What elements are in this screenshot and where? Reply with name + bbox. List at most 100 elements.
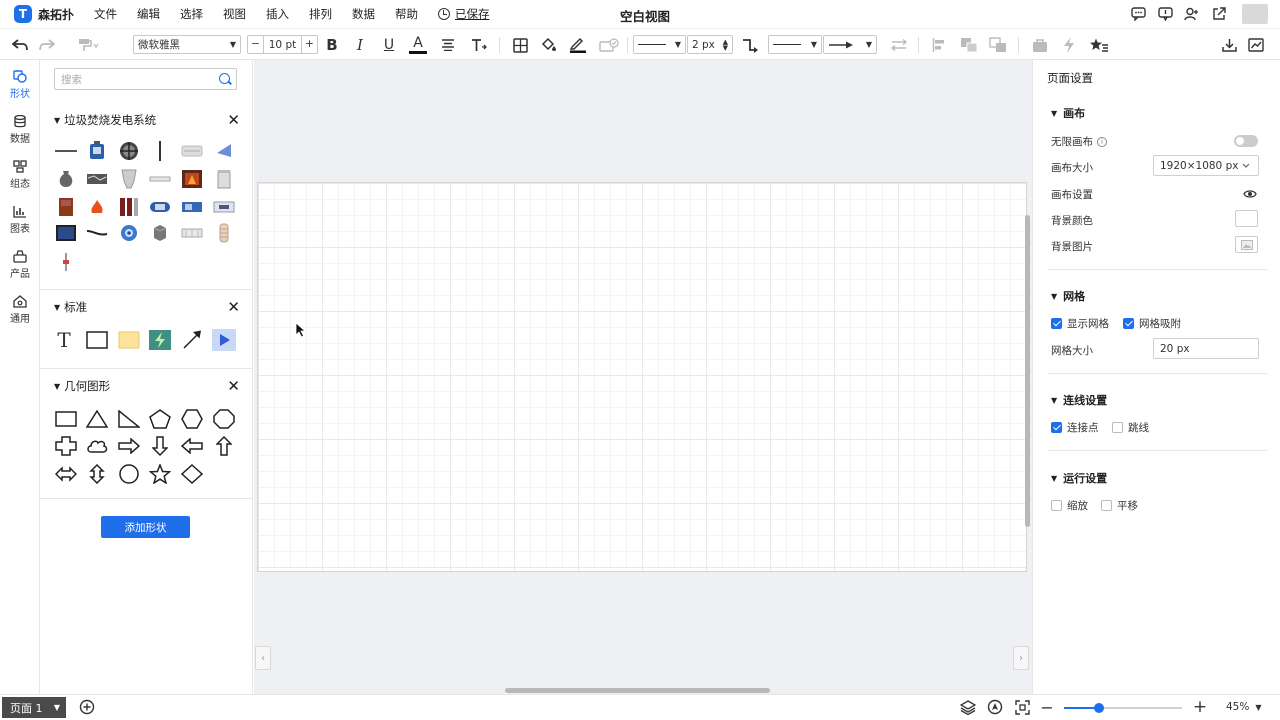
swap-icon[interactable] bbox=[889, 35, 909, 55]
motor-icon[interactable] bbox=[180, 196, 204, 218]
meter-icon[interactable] bbox=[212, 196, 236, 218]
font-size-increase-button[interactable]: + bbox=[301, 36, 317, 53]
format-painter-icon[interactable] bbox=[76, 35, 102, 55]
app-logo[interactable]: T bbox=[14, 5, 32, 23]
font-color-button[interactable]: A bbox=[409, 35, 427, 54]
scroll-right-button[interactable]: › bbox=[1013, 646, 1029, 670]
navigate-icon[interactable] bbox=[987, 699, 1003, 715]
document-title[interactable]: 空白视图 bbox=[620, 6, 670, 25]
fan-icon[interactable] bbox=[117, 222, 141, 244]
sensor-icon[interactable] bbox=[54, 251, 78, 273]
bold-button[interactable]: B bbox=[324, 35, 340, 55]
rail-item-shapes[interactable]: 形状 bbox=[0, 70, 40, 100]
zoom-slider-handle[interactable] bbox=[1094, 703, 1105, 713]
cross-shape[interactable] bbox=[54, 435, 78, 457]
infinite-canvas-toggle[interactable] bbox=[1234, 135, 1258, 147]
zoom-slider[interactable] bbox=[1064, 703, 1182, 713]
canvas-size-select[interactable]: 1920×1080 px bbox=[1153, 155, 1259, 176]
line-end-select[interactable]: ▼ bbox=[823, 35, 877, 54]
italic-button[interactable]: I bbox=[352, 35, 368, 55]
circle-shape[interactable] bbox=[117, 463, 141, 485]
rectangle-shape[interactable] bbox=[85, 329, 109, 351]
video-shape[interactable] bbox=[212, 329, 236, 351]
line-style-select[interactable]: ▼ bbox=[633, 35, 686, 54]
star-shape[interactable] bbox=[148, 463, 172, 485]
connect-points-checkbox[interactable]: 连接点 bbox=[1051, 420, 1099, 435]
octagon-shape[interactable] bbox=[212, 408, 236, 430]
pump-icon[interactable] bbox=[85, 140, 109, 162]
lightning-icon[interactable] bbox=[1061, 35, 1077, 55]
arrow-left-shape[interactable] bbox=[180, 435, 204, 457]
vertical-scrollbar[interactable] bbox=[1025, 215, 1030, 527]
present-chart-icon[interactable] bbox=[1247, 35, 1265, 55]
text-shape[interactable]: T bbox=[52, 328, 76, 352]
menu-select[interactable]: 选择 bbox=[180, 6, 203, 22]
filter-column-icon[interactable] bbox=[212, 222, 236, 244]
text-align-icon[interactable] bbox=[440, 35, 456, 55]
lightning-shape[interactable] bbox=[148, 329, 172, 351]
rail-item-chart[interactable]: 图表 bbox=[0, 205, 40, 235]
rail-item-general[interactable]: 通用 bbox=[0, 295, 40, 325]
search-icon[interactable] bbox=[219, 73, 230, 84]
redo-icon[interactable] bbox=[38, 35, 56, 55]
right-triangle-shape[interactable] bbox=[117, 408, 141, 430]
user-avatar[interactable] bbox=[1242, 4, 1268, 24]
bag-filter-icon[interactable] bbox=[54, 168, 78, 190]
cabinet-icon[interactable] bbox=[54, 196, 78, 218]
close-icon[interactable]: ✕ bbox=[227, 111, 240, 129]
double-arrow-horizontal-shape[interactable] bbox=[54, 463, 78, 485]
note-shape[interactable] bbox=[117, 329, 141, 351]
line-color-icon[interactable] bbox=[568, 35, 588, 55]
bg-image-picker[interactable] bbox=[1235, 236, 1258, 253]
double-arrow-vertical-shape[interactable] bbox=[85, 463, 109, 485]
library-header-geometry[interactable]: ▼ 几何图形 ✕ bbox=[54, 377, 240, 395]
section-canvas[interactable]: ▼ 画布 bbox=[1051, 105, 1085, 121]
info-icon[interactable]: i bbox=[1097, 136, 1107, 147]
save-status[interactable]: 已保存 bbox=[438, 6, 490, 22]
style-icon[interactable] bbox=[598, 35, 620, 55]
menu-insert[interactable]: 插入 bbox=[266, 6, 289, 22]
lock-icon[interactable] bbox=[1031, 35, 1049, 55]
add-page-icon[interactable] bbox=[79, 699, 95, 715]
add-shape-button[interactable]: 添加形状 bbox=[101, 516, 190, 538]
zoom-checkbox[interactable]: 缩放 bbox=[1051, 498, 1088, 513]
menu-data[interactable]: 数据 bbox=[352, 6, 375, 22]
library-header-waste-power[interactable]: ▼ 垃圾焚烧发电系统 ✕ bbox=[54, 111, 240, 129]
heat-exchanger-icon[interactable] bbox=[180, 222, 204, 244]
arrow-down-shape[interactable] bbox=[148, 435, 172, 457]
share-icon[interactable] bbox=[1211, 6, 1227, 22]
arrow-shape[interactable] bbox=[180, 329, 204, 351]
cylinder-icon[interactable] bbox=[148, 222, 172, 244]
horizontal-scrollbar[interactable] bbox=[505, 688, 770, 693]
menu-arrange[interactable]: 排列 bbox=[309, 6, 332, 22]
bg-color-swatch[interactable] bbox=[1235, 210, 1258, 227]
menu-help[interactable]: 帮助 bbox=[395, 6, 418, 22]
pentagon-shape[interactable] bbox=[148, 408, 172, 430]
show-grid-checkbox[interactable]: 显示网格 bbox=[1051, 316, 1109, 331]
page-tab[interactable]: 页面 1 ▼ bbox=[2, 697, 66, 718]
undo-icon[interactable] bbox=[11, 35, 29, 55]
hopper-icon[interactable] bbox=[212, 140, 236, 162]
send-back-icon[interactable] bbox=[988, 35, 1008, 55]
border-icon[interactable] bbox=[511, 35, 529, 55]
download-icon[interactable] bbox=[1220, 35, 1238, 55]
jump-line-checkbox[interactable]: 跳线 bbox=[1112, 420, 1149, 435]
connector-type-icon[interactable] bbox=[741, 35, 761, 55]
cable-icon[interactable] bbox=[85, 222, 109, 244]
furnace-icon[interactable] bbox=[180, 168, 204, 190]
zoom-out-button[interactable]: − bbox=[1039, 698, 1055, 717]
comment-icon[interactable] bbox=[1130, 6, 1146, 22]
add-user-icon[interactable] bbox=[1183, 6, 1199, 22]
rectangle-shape[interactable] bbox=[54, 408, 78, 430]
rail-item-config[interactable]: 组态 bbox=[0, 160, 40, 190]
control-panel-icon[interactable] bbox=[54, 222, 78, 244]
turbine-icon[interactable] bbox=[148, 196, 172, 218]
arrow-up-shape[interactable] bbox=[212, 435, 236, 457]
fit-screen-icon[interactable] bbox=[1014, 699, 1030, 715]
line-width-input[interactable]: 2 px ▲ ▼ bbox=[687, 35, 733, 54]
tank-icon[interactable] bbox=[212, 168, 236, 190]
crane-icon[interactable] bbox=[148, 168, 172, 190]
menu-file[interactable]: 文件 bbox=[94, 6, 117, 22]
snap-grid-checkbox[interactable]: 网格吸附 bbox=[1123, 316, 1181, 331]
zoom-in-button[interactable]: + bbox=[1192, 697, 1208, 717]
